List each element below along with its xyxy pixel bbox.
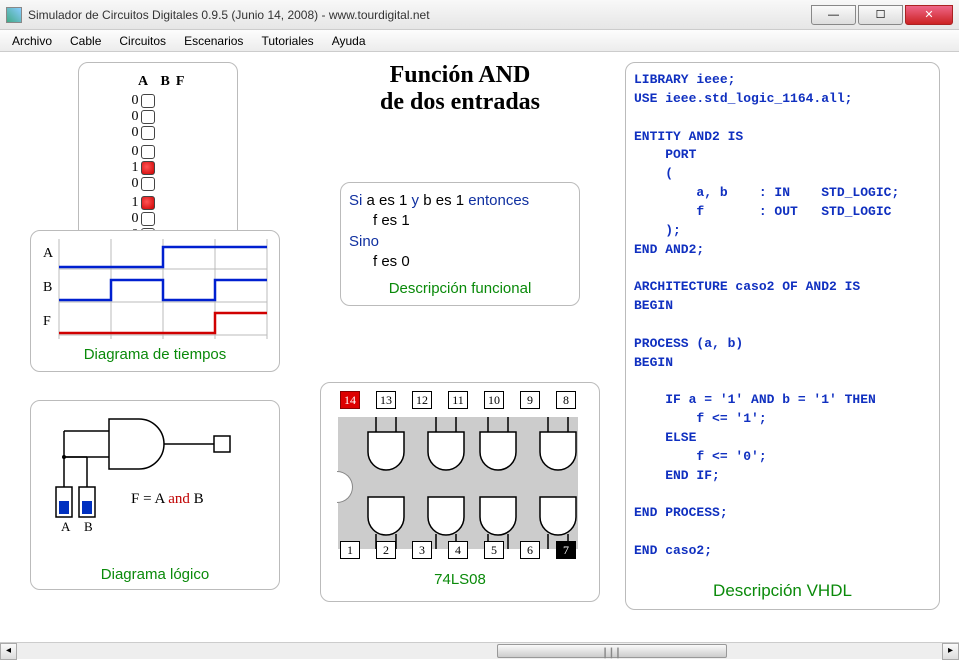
scroll-left-button[interactable]: ◂ <box>0 643 17 660</box>
minimize-button[interactable]: — <box>811 5 856 25</box>
page-title-line1: Función AND <box>320 62 600 89</box>
chip-panel: 14 13 12 11 10 9 8 <box>320 382 600 602</box>
timing-label: Diagrama de tiempos <box>39 346 271 363</box>
menu-ayuda[interactable]: Ayuda <box>324 32 374 50</box>
timing-label-b: B <box>43 280 52 295</box>
tt-row-1: 0 1 0 <box>132 144 185 192</box>
timing-panel: A B F Diagrama de tiempos <box>30 230 280 372</box>
chip-label: 74LS08 <box>329 571 591 588</box>
menu-archivo[interactable]: Archivo <box>4 32 60 50</box>
scroll-thumb[interactable]: ┃┃┃ <box>497 644 727 658</box>
pin-7: 7 <box>556 541 576 559</box>
svg-text:B: B <box>84 519 93 534</box>
logic-label: Diagrama lógico <box>31 566 279 583</box>
horizontal-scrollbar[interactable]: ◂ ┃┃┃ ▸ <box>0 642 959 659</box>
svg-text:A: A <box>61 519 71 534</box>
functional-text: Si a es 1 y b es 1 entonces f es 1 Sino … <box>349 191 571 272</box>
pin-9: 9 <box>520 391 540 409</box>
menubar: Archivo Cable Circuitos Escenarios Tutor… <box>0 30 959 52</box>
pin-2: 2 <box>376 541 396 559</box>
tt-row-0: 0 0 0 <box>132 93 185 141</box>
tt-header-f: F <box>176 74 185 90</box>
chip-gates <box>338 417 578 549</box>
content-area: Función AND de dos entradas A B F 0 0 0 … <box>0 52 959 642</box>
close-button[interactable]: ✕ <box>905 5 953 25</box>
logic-panel: A B F = A and B Diagrama lógico <box>30 400 280 590</box>
logic-equation: F = A and B <box>131 491 204 508</box>
pin-3: 3 <box>412 541 432 559</box>
pin-8: 8 <box>556 391 576 409</box>
vhdl-code: LIBRARY ieee; USE ieee.std_logic_1164.al… <box>634 71 931 561</box>
timing-label-a: A <box>43 246 54 261</box>
page-title-line2: de dos entradas <box>320 89 600 116</box>
pin-14: 14 <box>340 391 360 409</box>
window-titlebar: Simulador de Circuitos Digitales 0.9.5 (… <box>0 0 959 30</box>
pin-13: 13 <box>376 391 396 409</box>
maximize-button[interactable]: ☐ <box>858 5 903 25</box>
logic-diagram: A B <box>39 409 269 549</box>
pin-1: 1 <box>340 541 360 559</box>
menu-circuitos[interactable]: Circuitos <box>111 32 174 50</box>
window-title: Simulador de Circuitos Digitales 0.9.5 (… <box>28 8 809 22</box>
timing-diagram: A B F <box>39 239 269 339</box>
functional-panel: Si a es 1 y b es 1 entonces f es 1 Sino … <box>340 182 580 306</box>
chip-body <box>338 417 578 549</box>
app-icon <box>6 7 22 23</box>
pin-4: 4 <box>448 541 468 559</box>
page-title: Función AND de dos entradas <box>320 62 600 116</box>
vhdl-panel: LIBRARY ieee; USE ieee.std_logic_1164.al… <box>625 62 940 610</box>
pin-6: 6 <box>520 541 540 559</box>
timing-label-f: F <box>43 314 51 329</box>
tt-header-a: A <box>132 74 155 90</box>
scroll-right-button[interactable]: ▸ <box>942 643 959 660</box>
functional-label: Descripción funcional <box>349 280 571 297</box>
pin-11: 11 <box>448 391 468 409</box>
pin-12: 12 <box>412 391 432 409</box>
pin-5: 5 <box>484 541 504 559</box>
tt-header-b: B <box>161 74 170 90</box>
menu-tutoriales[interactable]: Tutoriales <box>253 32 321 50</box>
pin-10: 10 <box>484 391 504 409</box>
vhdl-label: Descripción VHDL <box>626 581 939 601</box>
menu-cable[interactable]: Cable <box>62 32 109 50</box>
menu-escenarios[interactable]: Escenarios <box>176 32 251 50</box>
scroll-track[interactable]: ┃┃┃ <box>17 643 942 659</box>
